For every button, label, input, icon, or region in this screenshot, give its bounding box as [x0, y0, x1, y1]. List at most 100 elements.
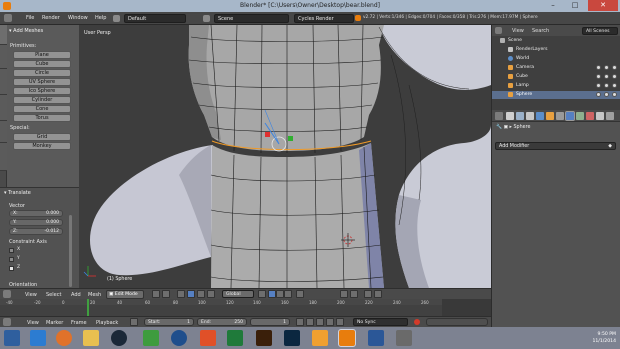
excel-icon[interactable]: [227, 330, 243, 346]
menu-search[interactable]: Search: [532, 28, 549, 34]
opengl-anim-button[interactable]: [374, 290, 382, 298]
editor-type-icon[interactable]: [3, 318, 11, 326]
menu-select[interactable]: Select: [46, 292, 61, 298]
current-frame-field[interactable]: 1: [250, 318, 290, 326]
physics-tab-icon[interactable]: [606, 112, 614, 120]
tab-animation[interactable]: [0, 95, 7, 121]
select-arrow-icon[interactable]: [604, 92, 609, 97]
transform-orientation-dropdown[interactable]: Global: [222, 290, 254, 298]
calculator-icon[interactable]: [396, 330, 412, 346]
add-plane-button[interactable]: Plane: [13, 51, 71, 59]
outliner-item-cube[interactable]: Cube: [492, 73, 620, 81]
add-cube-button[interactable]: Cube: [13, 60, 71, 68]
start-frame-field[interactable]: Start: 1: [144, 318, 194, 326]
menu-playback[interactable]: Playback: [96, 320, 118, 326]
snap-element-button[interactable]: [350, 290, 358, 298]
menu-view[interactable]: View: [512, 28, 524, 34]
3d-viewport[interactable]: User Persp (1) Sphere: [79, 25, 491, 288]
add-ico-sphere-button[interactable]: Ico Sphere: [13, 87, 71, 95]
render-camera-icon[interactable]: [612, 74, 617, 79]
photoshop-icon[interactable]: [284, 330, 300, 346]
timeline-playhead[interactable]: [87, 299, 89, 316]
opengl-render-button[interactable]: [364, 290, 372, 298]
axis-y-checkbox[interactable]: [9, 257, 14, 262]
tab-tools[interactable]: [0, 25, 7, 45]
jump-keyframe-back-button[interactable]: [306, 318, 314, 326]
display-mode-dropdown[interactable]: All Scenes: [582, 27, 618, 35]
visibility-eye-icon[interactable]: [596, 65, 601, 70]
media-app-icon[interactable]: [143, 330, 159, 346]
visibility-eye-icon[interactable]: [596, 83, 601, 88]
illustrator-icon[interactable]: [256, 330, 272, 346]
pivot-point-button[interactable]: [162, 290, 170, 298]
add-torus-button[interactable]: Torus: [13, 114, 71, 122]
render-camera-icon[interactable]: [612, 65, 617, 70]
render-camera-icon[interactable]: [612, 83, 617, 88]
mode-dropdown[interactable]: ▣ Edit Mode: [106, 290, 144, 299]
record-keyframe-icon[interactable]: [414, 319, 420, 325]
sync-dropdown[interactable]: No Sync: [353, 318, 408, 326]
add-monkey-button[interactable]: Monkey: [13, 142, 71, 150]
tab-create[interactable]: [0, 45, 7, 69]
maximize-button[interactable]: □: [564, 0, 586, 11]
add-grid-button[interactable]: Grid: [13, 133, 71, 141]
vector-z-field[interactable]: Z: -0.012: [9, 228, 63, 235]
material-tab-icon[interactable]: [586, 112, 594, 120]
visibility-eye-icon[interactable]: [596, 74, 601, 79]
internet-explorer-icon[interactable]: [30, 330, 46, 346]
menu-frame[interactable]: Frame: [71, 320, 87, 326]
menu-view[interactable]: View: [27, 320, 39, 326]
menu-file[interactable]: File: [26, 15, 34, 21]
outliner-item-sphere[interactable]: Sphere: [492, 91, 620, 99]
layout-dropdown[interactable]: Default: [124, 14, 186, 23]
render-tab-icon[interactable]: [506, 112, 514, 120]
rotate-manipulator-button[interactable]: [197, 290, 205, 298]
add-circle-button[interactable]: Circle: [13, 69, 71, 77]
editor-type-icon[interactable]: [495, 27, 502, 34]
editor-type-icon[interactable]: [3, 290, 11, 298]
add-cylinder-button[interactable]: Cylinder: [13, 96, 71, 104]
mesh-canvas[interactable]: [79, 25, 491, 288]
menu-view[interactable]: View: [25, 292, 37, 298]
jump-start-button[interactable]: [296, 318, 304, 326]
render-engine-dropdown[interactable]: Cycles Render: [294, 14, 354, 23]
object-tab-icon[interactable]: [546, 112, 554, 120]
menu-help[interactable]: Help: [95, 15, 106, 21]
outliner-item-camera[interactable]: Camera: [492, 64, 620, 72]
render-layers-tab-icon[interactable]: [516, 112, 524, 120]
jump-end-button[interactable]: [336, 318, 344, 326]
texture-tab-icon[interactable]: [596, 112, 604, 120]
tab-relations[interactable]: [0, 69, 7, 95]
play-reverse-button[interactable]: [316, 318, 324, 326]
menu-marker[interactable]: Marker: [46, 320, 63, 326]
minimize-button[interactable]: –: [542, 0, 564, 11]
steam-icon[interactable]: [111, 330, 127, 346]
blender-taskbar-icon[interactable]: [338, 329, 356, 347]
menu-render[interactable]: Render: [42, 15, 60, 21]
firefox-icon[interactable]: [56, 330, 72, 346]
word-icon[interactable]: [368, 330, 384, 346]
snap-toggle-button[interactable]: [340, 290, 348, 298]
add-uv-sphere-button[interactable]: UV Sphere: [13, 78, 71, 86]
translate-header[interactable]: ▾ Translate: [4, 190, 31, 196]
office-icon[interactable]: [200, 330, 216, 346]
timeline-ruler[interactable]: [0, 299, 491, 305]
vector-x-field[interactable]: X: 0.000: [9, 210, 63, 217]
world-tab-icon[interactable]: [536, 112, 544, 120]
outliner-item-world[interactable]: World: [492, 55, 620, 63]
keying-set-field[interactable]: [426, 318, 488, 326]
add-cone-button[interactable]: Cone: [13, 105, 71, 113]
vlc-icon[interactable]: [312, 330, 328, 346]
start-button[interactable]: [4, 330, 20, 346]
vertex-select-button[interactable]: [268, 290, 276, 298]
file-explorer-icon[interactable]: [83, 330, 99, 346]
outliner-item-lamp[interactable]: Lamp: [492, 82, 620, 90]
add-modifier-dropdown[interactable]: Add Modifier ◆: [495, 142, 616, 150]
axis-z-checkbox[interactable]: [9, 266, 14, 271]
scene-tab-icon[interactable]: [526, 112, 534, 120]
select-arrow-icon[interactable]: [604, 74, 609, 79]
hp-icon[interactable]: [171, 330, 187, 346]
editor-type-icon[interactable]: [4, 14, 12, 22]
close-button[interactable]: ✕: [588, 0, 618, 11]
visibility-eye-icon[interactable]: [596, 92, 601, 97]
